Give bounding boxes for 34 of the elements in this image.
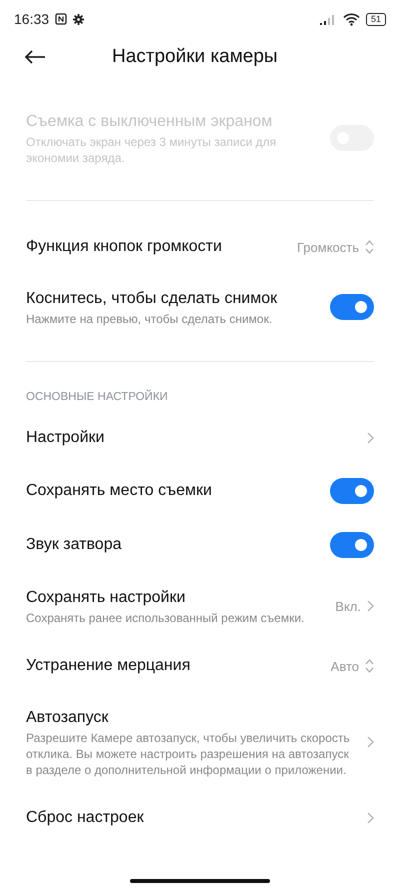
setting-description: Сохранять ранее использованный режим съемки. <box>26 610 306 626</box>
chevron-right-icon <box>367 812 374 824</box>
setting-title: Сохранять место съемки <box>26 481 213 501</box>
up-down-icon <box>365 240 374 254</box>
chevron-right-icon <box>367 600 374 612</box>
section-header: ОСНОВНЫЕ НАСТРОЙКИ <box>26 388 169 405</box>
setting-description: Отключать экран через 3 минуты записи для экономии заряда. <box>26 134 278 166</box>
setting-title: Сброс настроек <box>26 808 145 828</box>
setting-value[interactable]: Вкл. <box>335 598 361 614</box>
setting-title: Сохранять настройки <box>26 588 186 608</box>
setting-value[interactable]: Авто <box>330 658 359 674</box>
chevron-right-icon <box>367 432 374 444</box>
toggle-switch[interactable] <box>330 294 374 320</box>
nfc-icon <box>55 13 68 25</box>
setting-title: Устранение мерцания <box>26 656 192 676</box>
setting-title: Коснитесь, чтобы сделать снимок <box>26 289 278 309</box>
signal-icon <box>320 14 337 24</box>
setting-title: Съемка с выключенным экраном <box>26 112 274 132</box>
battery-indicator: 51 <box>366 12 386 26</box>
wifi-icon <box>342 12 360 26</box>
gear-icon <box>73 14 84 24</box>
setting-description: Нажмите на превью, чтобы сделать снимок. <box>26 311 274 327</box>
setting-title: Функция кнопок громкости <box>26 237 223 257</box>
up-down-icon <box>365 659 374 673</box>
setting-value[interactable]: Громкость <box>297 240 359 254</box>
page-title: Настройки камеры <box>112 46 278 68</box>
setting-title: Звук затвора <box>26 535 122 555</box>
setting-description: Разрешите Камере автозапуск, чтобы увеличить скорость отклика. Вы можете настроить разрешения на автозапуск в разделе о дополнительной информации о приложении. <box>26 730 351 778</box>
chevron-right-icon <box>367 736 374 748</box>
setting-title: Настройки <box>26 428 106 448</box>
status-time: 16:33 <box>14 11 50 27</box>
toggle-switch[interactable] <box>330 478 374 504</box>
setting-title: Автозапуск <box>26 708 110 728</box>
toggle-switch[interactable] <box>330 532 374 558</box>
